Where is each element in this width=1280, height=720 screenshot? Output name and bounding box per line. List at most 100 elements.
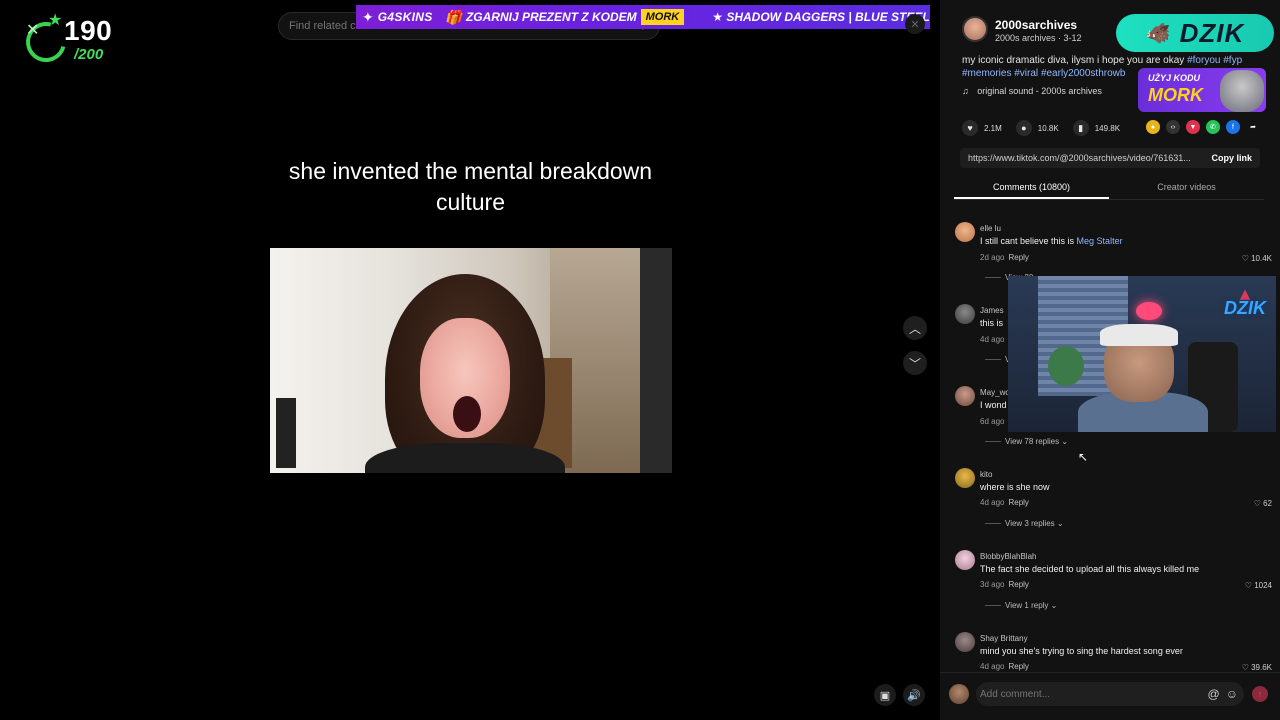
character-image-icon xyxy=(1220,70,1264,112)
banner-promo: ZGARNIJ PREZENT Z KODEM xyxy=(465,10,637,24)
view-replies-button[interactable]: View 1 reply ⌄ xyxy=(985,601,1057,610)
reply-button[interactable]: Reply xyxy=(1008,498,1028,507)
video-url: https://www.tiktok.com/@2000sarchives/vi… xyxy=(968,153,1191,163)
comment-meta: 4d ago Reply xyxy=(980,498,1029,507)
hashtag[interactable]: #early2000sthrowb xyxy=(1041,68,1126,79)
comment-field[interactable] xyxy=(980,688,1190,700)
comment-like[interactable]: ♡ 39.6K xyxy=(1242,663,1272,672)
save-count: 149.8K xyxy=(1094,123,1121,133)
coin-icon[interactable]: ● xyxy=(1146,120,1160,134)
author-avatar[interactable] xyxy=(962,16,988,42)
mention-link[interactable]: Meg Stalter xyxy=(1077,236,1123,246)
comment-meta: 3d ago Reply xyxy=(980,580,1029,589)
comment-avatar[interactable] xyxy=(955,468,975,488)
link-bar: https://www.tiktok.com/@2000sarchives/vi… xyxy=(960,148,1260,168)
comment-avatar[interactable] xyxy=(955,386,975,406)
code-badge-line1: UŻYJ KODU xyxy=(1148,73,1201,83)
comment-avatar[interactable] xyxy=(955,222,975,242)
copy-link-button[interactable]: Copy link xyxy=(1211,153,1252,163)
close-icon[interactable]: ✕ xyxy=(905,14,925,34)
reply-button[interactable]: Reply xyxy=(1008,253,1028,262)
sponsor-banner: ✦ G4SKINS 🎁 ZGARNIJ PREZENT Z KODEM MORK… xyxy=(356,5,930,29)
chevron-down-icon: ⌄ xyxy=(1050,601,1058,610)
view-replies-button[interactable]: View 3 replies ⌄ xyxy=(985,519,1064,528)
view-replies-button[interactable]: V xyxy=(985,355,1010,364)
comment-avatar[interactable] xyxy=(955,550,975,570)
tab-comments[interactable]: Comments (10800) xyxy=(954,178,1109,199)
comment-username[interactable]: BlobbyBlahBlah xyxy=(980,552,1036,561)
comment-text: where is she now xyxy=(980,482,1050,492)
comment-input[interactable]: @ ☺ xyxy=(976,682,1244,706)
comment-avatar[interactable] xyxy=(955,632,975,652)
comment-text: I still cant believe this is Meg Stalter xyxy=(980,236,1123,246)
like-count: 2.1M xyxy=(984,123,1002,133)
mouse-cursor-icon: ↖ xyxy=(1078,450,1089,464)
sound-info[interactable]: ♫ original sound - 2000s archives xyxy=(962,86,1102,96)
counter-total: /200 xyxy=(74,46,104,63)
share-buttons: ● ‹› ▼ ✆ f ➦ xyxy=(1146,120,1266,134)
whatsapp-icon[interactable]: ✆ xyxy=(1206,120,1220,134)
comment-username[interactable]: Shay Brittany xyxy=(980,634,1028,643)
heart-icon[interactable]: ♥ xyxy=(962,120,978,136)
banner-logo: G4SKINS xyxy=(377,10,433,24)
comment-text: this is xyxy=(980,318,1004,328)
tab-bar: Comments (10800) Creator videos xyxy=(954,178,1264,200)
video-frame xyxy=(270,248,672,473)
comment-avatar[interactable] xyxy=(955,304,975,324)
music-note-icon: ♫ xyxy=(962,86,969,96)
comment-text: I wond xyxy=(980,400,1007,410)
streamer-webcam: ▲ DZIK xyxy=(1008,276,1276,432)
comment-username[interactable]: kito xyxy=(980,470,992,479)
comment-like[interactable]: ♡ 10.4K xyxy=(1242,254,1272,263)
hashtag[interactable]: #fyp xyxy=(1223,55,1242,66)
comment-meta: 2d ago Reply xyxy=(980,253,1029,262)
stream-counter: ✕ ★ 190 /200 xyxy=(12,8,122,70)
view-replies-button[interactable]: View 78 replies ⌄ xyxy=(985,437,1068,446)
gift-icon: 🎁 xyxy=(444,8,462,25)
counter-cross-icon: ✕ xyxy=(26,22,40,39)
comment-username[interactable]: elle lu xyxy=(980,224,1001,233)
emoji-icon[interactable]: ☺ xyxy=(1226,687,1238,701)
sound-label[interactable]: original sound - 2000s archives xyxy=(977,86,1102,96)
banner-items: ★ SHADOW DAGGERS | BLUE STEEL xyxy=(712,10,930,24)
hashtag[interactable]: #viral xyxy=(1014,68,1038,79)
bookmark-icon[interactable]: ▮ xyxy=(1072,120,1089,136)
banner-code: MORK xyxy=(640,9,685,25)
picture-in-picture-icon[interactable]: ▣ xyxy=(874,684,896,706)
like-button[interactable]: ♥ 2.1M xyxy=(962,120,1002,136)
comment-username[interactable]: May_wo xyxy=(980,388,1010,397)
mention-icon[interactable]: @ xyxy=(1208,687,1220,701)
comment-username[interactable]: James xyxy=(980,306,1004,315)
video-caption: she invented the mental breakdown cultur… xyxy=(288,158,653,215)
save-button[interactable]: ▮ 149.8K xyxy=(1072,120,1121,136)
comment-button[interactable]: ● 10.8K xyxy=(1015,120,1059,136)
dzik-logo: 🐗 DZIK xyxy=(1116,14,1274,52)
description-text: my iconic dramatic diva, ilysm i hope yo… xyxy=(962,55,1185,66)
send-icon[interactable]: ▼ xyxy=(1186,120,1200,134)
chevron-down-icon[interactable]: ﹀ xyxy=(903,351,927,375)
chevron-down-icon: ⌄ xyxy=(1056,519,1064,528)
comment-like[interactable]: ♡ 62 xyxy=(1254,499,1272,508)
comment-like[interactable]: ♡ 1024 xyxy=(1245,581,1272,590)
hashtag[interactable]: #foryou xyxy=(1187,55,1220,66)
reply-button[interactable]: Reply xyxy=(1008,580,1028,589)
comment-meta: 6d ago xyxy=(980,417,1005,426)
send-arrow-icon[interactable]: ↑ xyxy=(1252,686,1268,702)
promo-code-badge: UŻYJ KODU MORK xyxy=(1138,68,1266,112)
dzik-logo-text: DZIK xyxy=(1179,17,1245,48)
facebook-icon[interactable]: f xyxy=(1226,120,1240,134)
counter-value: 190 xyxy=(64,15,113,46)
embed-icon[interactable]: ‹› xyxy=(1166,120,1180,134)
tab-creator-videos[interactable]: Creator videos xyxy=(1109,178,1264,199)
boar-icon: 🐗 xyxy=(1145,22,1172,45)
chevron-up-icon[interactable]: ︿ xyxy=(903,316,927,340)
comment-text: The fact she decided to upload all this … xyxy=(980,564,1200,574)
hashtag[interactable]: #memories xyxy=(962,68,1011,79)
author-name[interactable]: 2000sarchives xyxy=(995,18,1077,32)
reply-button[interactable]: Reply xyxy=(1008,662,1028,671)
volume-icon[interactable]: 🔊 xyxy=(903,684,925,706)
comment-icon[interactable]: ● xyxy=(1015,120,1032,136)
engagement-stats: ♥ 2.1M ● 10.8K ▮ 149.8K xyxy=(962,120,1134,136)
current-user-avatar[interactable] xyxy=(949,684,969,704)
share-arrow-icon[interactable]: ➦ xyxy=(1246,120,1260,134)
